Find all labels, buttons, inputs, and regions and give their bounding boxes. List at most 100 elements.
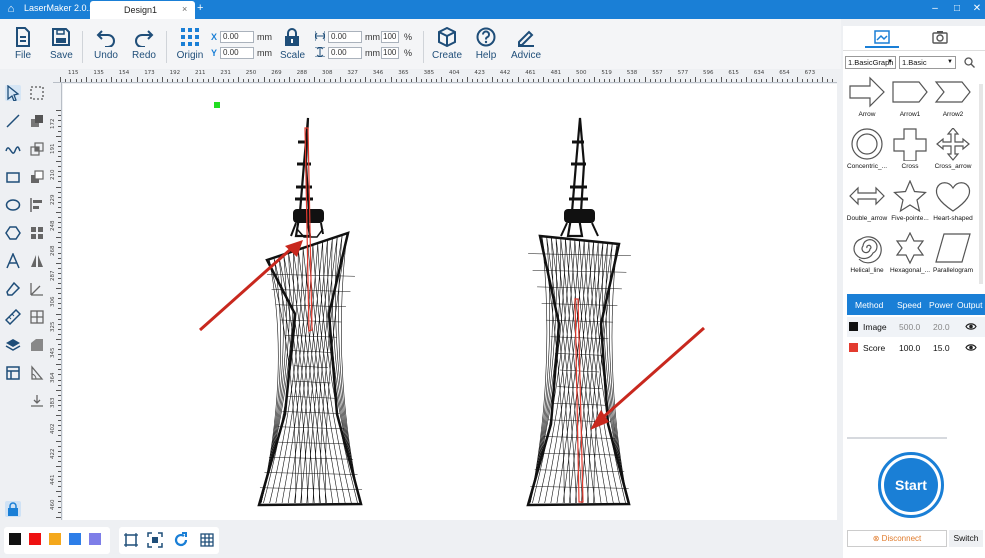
layer-row-score[interactable]: Score 100.0 15.0 [847, 338, 985, 358]
eraser-tool[interactable] [5, 281, 21, 297]
layer-row-image[interactable]: Image 500.0 20.0 [847, 317, 985, 337]
angle-tool[interactable] [29, 365, 45, 381]
shape-item[interactable]: Parallelogram [932, 232, 974, 282]
redo-button[interactable]: Redo [131, 27, 157, 67]
image-trace-tool[interactable] [29, 337, 45, 353]
layer-power[interactable]: 15.0 [933, 343, 950, 353]
close-window-button[interactable]: ✕ [970, 2, 984, 16]
lock-canvas-toggle[interactable] [5, 501, 21, 517]
shape-item[interactable]: Heart-shaped [932, 180, 974, 230]
layer-speed[interactable]: 100.0 [899, 343, 920, 353]
shape-item[interactable]: Arrow2 [932, 76, 974, 126]
shape-item[interactable]: Double_arrow [846, 180, 888, 230]
rectangle-tool[interactable] [5, 169, 21, 185]
eye-icon[interactable] [965, 322, 977, 331]
home-icon[interactable]: ⌂ [4, 2, 18, 16]
file-label: File [14, 50, 32, 61]
shape-item[interactable]: Five-pointe... [889, 180, 931, 230]
text-tool[interactable] [5, 252, 21, 269]
width-input[interactable]: 0.00 [328, 31, 362, 43]
color-swatch[interactable] [29, 533, 41, 545]
shape-item[interactable]: Concentric_... [846, 128, 888, 178]
eye-icon[interactable] [965, 343, 977, 352]
fit-selection-icon[interactable] [123, 532, 139, 548]
undo-button[interactable]: Undo [93, 27, 119, 67]
create-button[interactable]: Create [431, 27, 463, 67]
scale-lock-button[interactable]: Scale [280, 27, 305, 67]
grid-icon[interactable] [199, 532, 215, 548]
ruler-tick [314, 77, 316, 82]
polygon-tool[interactable] [5, 225, 21, 241]
x-position-input[interactable]: 0.00 [220, 31, 254, 43]
flatten-tool[interactable] [29, 393, 45, 409]
mirror-tool[interactable] [29, 253, 45, 269]
width-percent-input[interactable]: 100 [381, 31, 399, 43]
help-icon [476, 27, 496, 47]
color-swatch[interactable] [89, 533, 101, 545]
select-tool[interactable] [5, 84, 21, 102]
new-tab-button[interactable]: + [197, 2, 203, 14]
line-tool[interactable] [5, 113, 21, 129]
measure-tool[interactable] [29, 281, 45, 297]
layer-speed[interactable]: 500.0 [899, 322, 920, 332]
shape-item[interactable]: Cross_arrow [932, 128, 974, 178]
help-button[interactable]: Help [474, 27, 498, 67]
file-button[interactable]: File [12, 27, 34, 67]
zoom-fit-icon[interactable] [147, 532, 163, 548]
maximize-button[interactable]: □ [950, 2, 964, 16]
curve-tool[interactable] [5, 141, 21, 157]
subcategory-select[interactable]: 1.Basic ▼ [899, 56, 956, 69]
align-tool[interactable] [29, 197, 45, 213]
width-icon [315, 31, 325, 41]
ruler-tick [58, 354, 61, 356]
subtract-tool[interactable] [29, 169, 45, 185]
shape-item[interactable]: Hexagonal_... [889, 232, 931, 282]
design-canvas[interactable] [63, 84, 837, 520]
rotate-icon[interactable] [173, 532, 189, 548]
origin-button[interactable]: Origin [175, 27, 205, 67]
shapes-tab-icon[interactable] [874, 30, 890, 44]
shape-scrollbar[interactable] [979, 84, 983, 284]
layer-color-swatch[interactable] [849, 322, 858, 331]
layers-tool[interactable] [5, 337, 21, 353]
switch-button[interactable]: Switch [949, 530, 983, 547]
layer-power[interactable]: 20.0 [933, 322, 950, 332]
y-position-input[interactable]: 0.00 [220, 47, 254, 59]
layout-tool[interactable] [5, 365, 21, 381]
ruler-tick [334, 79, 336, 82]
ruler-tick [436, 79, 438, 82]
shape-item[interactable]: Arrow [846, 76, 888, 126]
marquee-tool[interactable] [29, 85, 45, 101]
tab-close-icon[interactable]: × [182, 4, 187, 14]
ruler-tick [786, 79, 788, 82]
save-button[interactable]: Save [50, 27, 73, 67]
split-tool[interactable] [29, 309, 45, 325]
redo-label: Redo [132, 50, 156, 61]
ellipse-tool[interactable] [5, 197, 21, 213]
category-select[interactable]: 1.BasicGraph ▼ [845, 56, 896, 69]
start-button[interactable]: Start [878, 452, 944, 518]
tower-image-left [257, 117, 363, 507]
intersect-tool[interactable] [29, 141, 45, 157]
layer-color-swatch[interactable] [849, 343, 858, 352]
tab-design1[interactable]: Design1 × [90, 1, 195, 19]
array-tool[interactable] [29, 225, 45, 241]
shape-item[interactable]: Arrow1 [889, 76, 931, 126]
search-icon[interactable] [964, 57, 975, 68]
ruler-tool[interactable] [4, 308, 22, 326]
minimize-button[interactable]: – [928, 2, 942, 16]
color-swatch[interactable] [69, 533, 81, 545]
shape-item[interactable]: Cross [889, 128, 931, 178]
combine-tool[interactable] [29, 113, 45, 129]
height-percent-input[interactable]: 100 [381, 47, 399, 59]
advice-button[interactable]: Advice [510, 27, 542, 67]
ruler-tick [56, 440, 61, 442]
ruler-tick [415, 77, 417, 82]
height-input[interactable]: 0.00 [328, 47, 362, 59]
shape-item[interactable]: Helical_line [846, 232, 888, 282]
layer-scrollbar[interactable] [847, 437, 947, 439]
disconnect-button[interactable]: ⊗ Disconnect [847, 530, 947, 547]
camera-tab-icon[interactable] [932, 30, 948, 44]
color-swatch[interactable] [9, 533, 21, 545]
color-swatch[interactable] [49, 533, 61, 545]
